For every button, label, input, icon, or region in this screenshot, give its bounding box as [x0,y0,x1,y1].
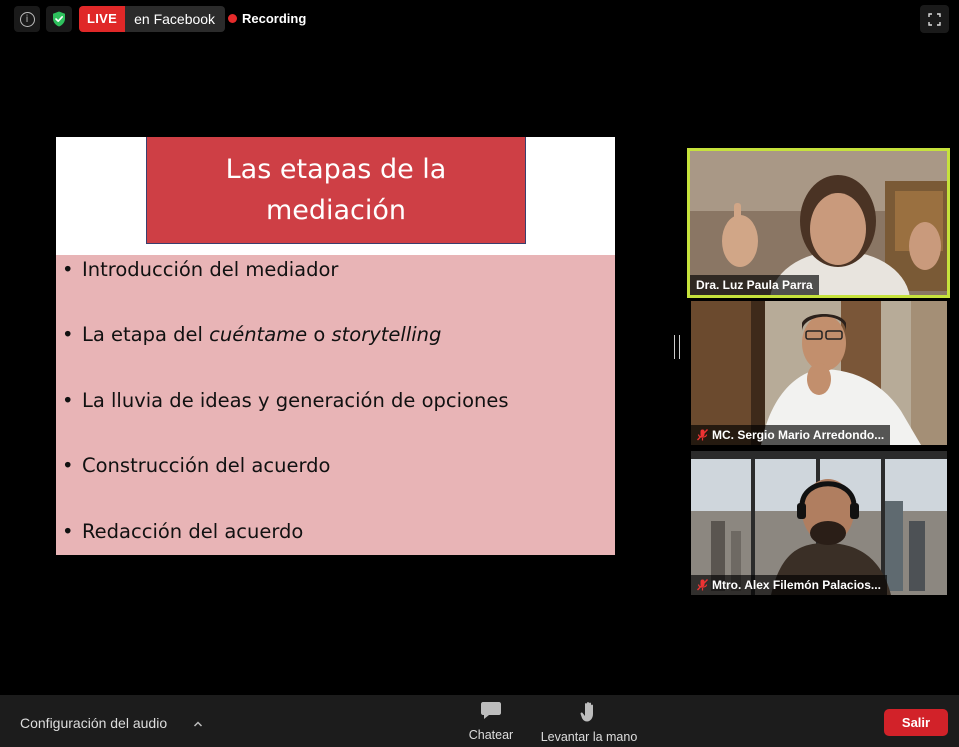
participant-name-label: Dra. Luz Paula Parra [690,275,819,295]
raise-hand-icon [580,702,593,722]
shared-screen-slide: Las etapas de la mediación • Introducción… [56,137,615,555]
raise-hand-label: Levantar la mano [540,730,638,744]
live-badge: LIVE [79,6,126,32]
fullscreen-button[interactable] [920,5,949,33]
microphone-muted-icon [697,579,708,591]
chat-bubble-icon [481,702,501,719]
participant-video-luz-paula [690,151,947,295]
slide-bullet: • La etapa del cuéntame o storytelling [62,323,442,346]
recording-dot-icon [228,14,237,23]
audio-settings-button[interactable]: Configuración del audio [20,715,167,731]
live-stream-indicator[interactable]: LIVE en Facebook [79,6,226,32]
slide-title-box: Las etapas de la mediación [146,137,526,244]
recording-indicator: Recording [228,11,306,26]
slide-bullet: • Redacción del acuerdo [62,520,304,543]
slide-bullet: • Introducción del mediador [62,258,339,281]
microphone-muted-icon [697,429,708,441]
panel-resize-handle[interactable] [674,335,680,359]
participant-video-tile[interactable]: Dra. Luz Paula Parra [687,148,950,298]
security-shield-button[interactable] [46,6,72,32]
meeting-toolbar: Configuración del audio Chatear Levantar… [0,695,959,747]
chat-label: Chatear [468,728,514,742]
fullscreen-icon [928,12,941,26]
participant-video-alex [691,451,947,595]
shield-check-icon [53,11,65,27]
slide-bullet: • La lluvia de ideas y generación de opci… [62,389,509,412]
participant-name-label: MC. Sergio Mario Arredondo... [691,425,891,445]
participant-name-label: Mtro. Alex Filemón Palacios... [691,575,887,595]
chevron-up-icon[interactable] [193,715,203,733]
chat-button[interactable]: Chatear [460,701,522,742]
slide-bullet: • Construcción del acuerdo [62,454,331,477]
participant-video-tile[interactable]: Mtro. Alex Filemón Palacios... [691,451,947,595]
recording-label: Recording [242,11,307,26]
leave-meeting-button[interactable]: Salir [884,709,948,736]
participant-video-tile[interactable]: MC. Sergio Mario Arredondo... [691,301,947,445]
slide-body: • Introducción del mediador • La etapa del… [56,255,615,555]
participant-video-sergio [691,301,947,445]
info-icon: i [19,11,35,27]
slide-title: Las etapas de la mediación [225,154,447,226]
raise-hand-button[interactable]: Levantar la mano [535,701,643,744]
live-target-label: en Facebook [125,6,226,32]
meeting-info-button[interactable]: i [14,6,40,32]
